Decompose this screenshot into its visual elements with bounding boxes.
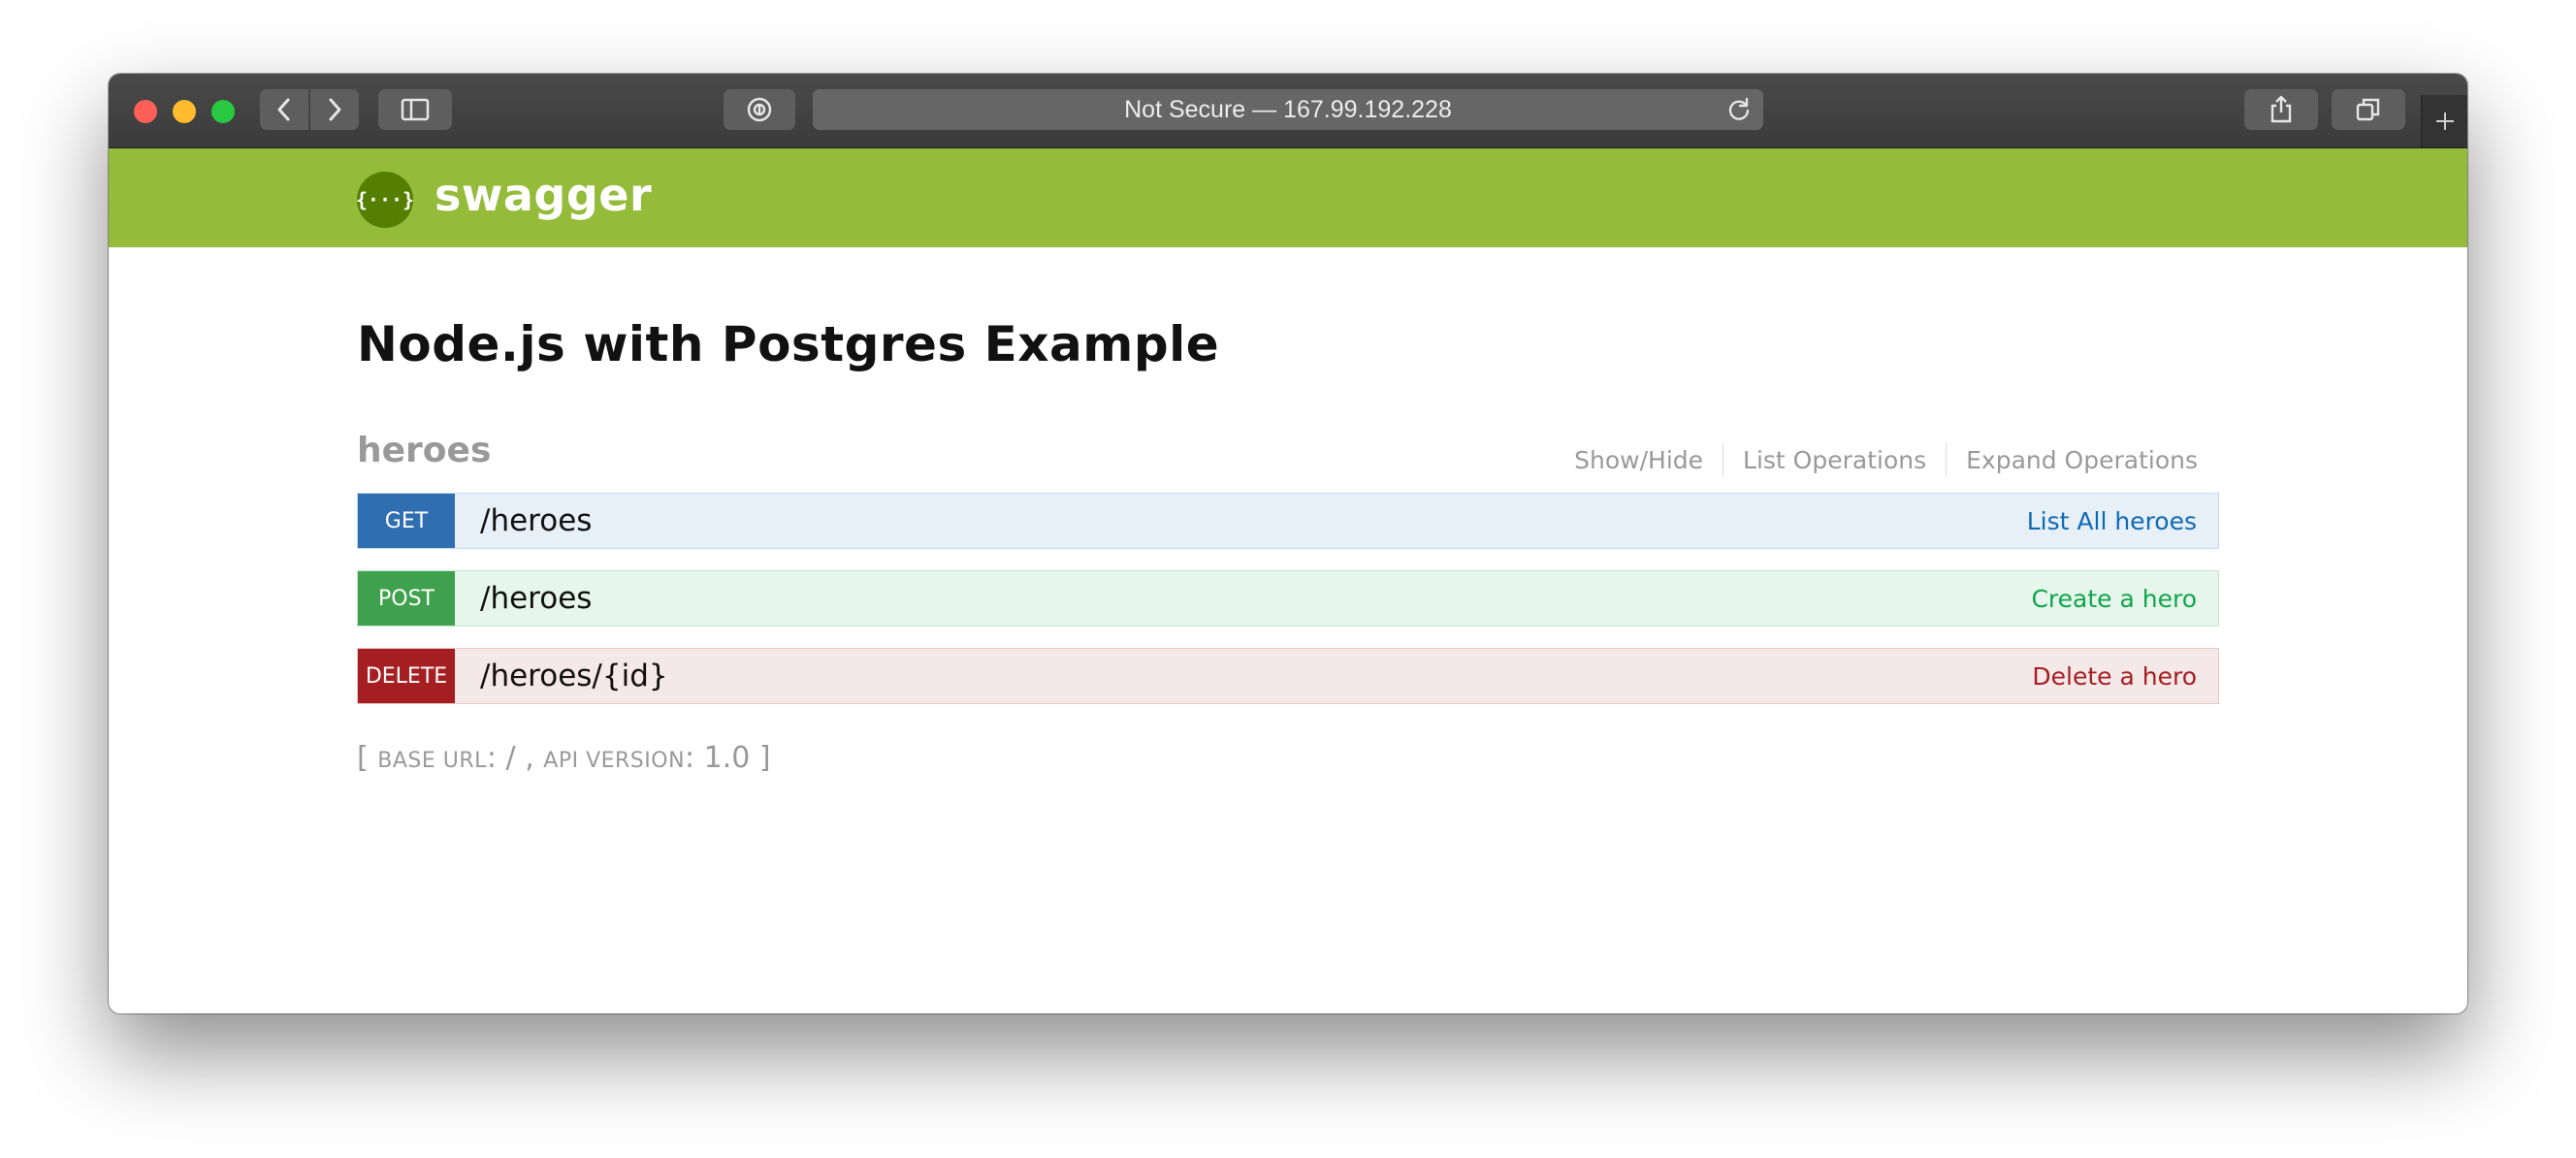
sidebar-icon — [401, 98, 430, 121]
address-text: Not Secure — 167.99.192.228 — [1124, 95, 1452, 123]
forward-button[interactable] — [310, 89, 359, 130]
resource-heading[interactable]: heroes — [357, 431, 491, 470]
resource-actions: Show/Hide List Operations Expand Operati… — [1555, 442, 2198, 477]
swagger-logo-text[interactable]: swagger — [435, 169, 652, 221]
http-method-badge[interactable]: POST — [358, 571, 455, 626]
maximize-window-button[interactable] — [211, 100, 235, 123]
operation-post-heroes[interactable]: POST /heroes Create a hero — [357, 570, 2219, 627]
browser-window: Not Secure — 167.99.192.228 {···} swagge… — [109, 74, 2467, 1013]
new-tab-button[interactable] — [2421, 95, 2467, 147]
operation-summary[interactable]: Delete a hero — [2032, 649, 2197, 703]
tab-overview-button[interactable] — [2332, 89, 2405, 130]
close-window-button[interactable] — [134, 100, 157, 123]
back-button[interactable] — [260, 89, 308, 130]
api-version-label: api version — [543, 749, 686, 773]
operation-path[interactable]: /heroes — [480, 494, 592, 548]
share-button[interactable] — [2244, 89, 2318, 130]
api-info-footer: [ base url: / , api version: 1.0 ] — [357, 741, 771, 775]
operation-path[interactable]: /heroes/{id} — [480, 649, 668, 703]
browser-toolbar: Not Secure — 167.99.192.228 — [109, 74, 2467, 148]
privacy-report-button[interactable] — [724, 89, 795, 130]
tabs-icon — [2356, 98, 2380, 121]
base-url-value: : / , — [486, 741, 544, 775]
operation-path[interactable]: /heroes — [480, 571, 592, 626]
plus-icon — [2436, 113, 2454, 130]
privacy-icon — [747, 97, 772, 122]
reload-icon[interactable] — [1726, 97, 1752, 122]
operation-summary[interactable]: List All heroes — [2027, 494, 2197, 548]
api-version-value: : 1.0 ] — [685, 741, 771, 775]
list-operations-link[interactable]: List Operations — [1723, 446, 1946, 474]
minimize-window-button[interactable] — [173, 100, 196, 123]
operation-get-heroes[interactable]: GET /heroes List All heroes — [357, 493, 2219, 549]
chevron-left-icon — [277, 98, 290, 121]
address-bar[interactable]: Not Secure — 167.99.192.228 — [813, 89, 1763, 130]
http-method-badge[interactable]: GET — [358, 494, 455, 548]
operation-delete-hero[interactable]: DELETE /heroes/{id} Delete a hero — [357, 648, 2219, 704]
expand-operations-link[interactable]: Expand Operations — [1947, 446, 2198, 474]
swagger-logo-icon[interactable]: {···} — [356, 172, 414, 228]
chevron-right-icon — [329, 98, 341, 121]
base-url-label: base url — [377, 749, 487, 773]
operation-summary[interactable]: Create a hero — [2031, 571, 2197, 626]
footer-bracket-open: [ — [357, 741, 378, 775]
page-title: Node.js with Postgres Example — [357, 316, 1220, 372]
show-hide-link[interactable]: Show/Hide — [1555, 446, 1723, 474]
http-method-badge[interactable]: DELETE — [358, 649, 455, 703]
share-icon — [2270, 95, 2292, 123]
sidebar-toggle-button[interactable] — [378, 89, 452, 130]
